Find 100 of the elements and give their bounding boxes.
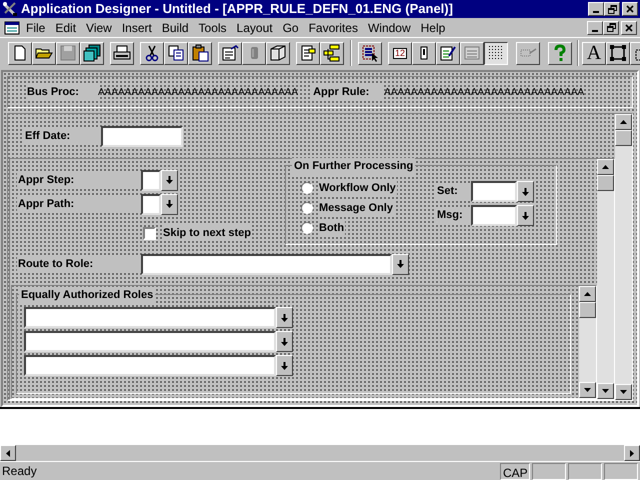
dropdown-button[interactable]	[276, 331, 293, 352]
dropdown-button[interactable]	[517, 181, 534, 202]
field-value: AAAAAAAAAAAAAAAAAAAAAAAAAAAAAA	[384, 86, 584, 100]
grid-panel-button[interactable]	[460, 42, 484, 64]
down-arrow-icon	[584, 388, 591, 392]
down-arrow-icon	[281, 338, 288, 346]
vertical-scrollbar[interactable]	[597, 159, 614, 399]
restore-icon	[606, 23, 616, 32]
text-button[interactable]: A	[582, 42, 606, 64]
menu-item[interactable]: Go	[278, 18, 304, 36]
help-button[interactable]	[548, 42, 572, 64]
close-button[interactable]	[621, 20, 637, 34]
printer-icon	[113, 44, 131, 62]
up-arrow-icon	[602, 165, 609, 169]
dropdown-button[interactable]	[517, 205, 534, 226]
tab-order-button[interactable]: 12	[388, 42, 412, 64]
menu-item[interactable]: Layout	[232, 18, 278, 36]
field-label: Msg:	[436, 207, 471, 224]
date-field[interactable]	[101, 126, 183, 146]
menu-item[interactable]: View	[81, 18, 117, 36]
dropdown-button[interactable]	[161, 194, 178, 214]
field-label: Appr Path:	[17, 196, 141, 212]
copy-icon	[167, 44, 185, 62]
properties-button[interactable]	[218, 42, 242, 64]
box-icon	[269, 44, 287, 62]
scroll-down-button[interactable]	[579, 382, 596, 398]
scroll-up-button[interactable]	[615, 114, 632, 130]
radio-button[interactable]	[301, 202, 313, 214]
checkbox[interactable]	[143, 226, 156, 240]
cut-button[interactable]	[140, 42, 164, 64]
menu-item[interactable]: File	[21, 18, 50, 36]
menu-item[interactable]: Edit	[50, 18, 82, 36]
menu-item[interactable]: Build	[156, 18, 194, 36]
restore-button[interactable]	[604, 2, 620, 16]
field-label: Workflow Only	[318, 180, 397, 196]
status-pane	[568, 462, 602, 480]
menu-item[interactable]: Insert	[116, 18, 157, 36]
scrollbar-thumb[interactable]	[579, 302, 596, 318]
dropdown-field[interactable]	[471, 181, 517, 202]
horizontal-scrollbar[interactable]	[0, 445, 640, 461]
scroll-down-button[interactable]	[615, 384, 632, 400]
menu-item[interactable]: Help	[416, 18, 450, 36]
select-button[interactable]	[358, 42, 382, 64]
group-title: On Further Processing	[292, 158, 416, 174]
field-label: Message Only	[318, 200, 394, 216]
scroll-up-button[interactable]	[597, 159, 614, 175]
open-button[interactable]	[32, 42, 56, 64]
dropdown-field[interactable]	[141, 170, 161, 190]
scroll-up-button[interactable]	[579, 286, 596, 302]
box-button[interactable]	[266, 42, 290, 64]
frame-icon	[609, 44, 627, 62]
note-button[interactable]	[296, 42, 320, 64]
copy-button[interactable]	[164, 42, 188, 64]
edit-button[interactable]	[436, 42, 460, 64]
paste-button[interactable]	[188, 42, 212, 64]
save-all-button[interactable]	[80, 42, 104, 64]
dropdown-field[interactable]	[24, 331, 276, 352]
vertical-scrollbar[interactable]	[615, 114, 632, 400]
dropdown-field[interactable]	[141, 194, 161, 214]
scroll-down-button[interactable]	[597, 383, 614, 399]
print-button[interactable]	[110, 42, 134, 64]
status-pane	[532, 462, 566, 480]
menu-item[interactable]: Tools	[194, 18, 232, 36]
new-button[interactable]	[8, 42, 32, 64]
vertical-scrollbar[interactable]	[579, 286, 596, 398]
snap-button[interactable]	[516, 42, 540, 64]
dropdown-button[interactable]	[276, 307, 293, 328]
scrollbar-thumb[interactable]	[597, 175, 614, 191]
left-arrow-icon	[6, 450, 10, 456]
field-label: Set:	[436, 183, 471, 200]
scroll-right-button[interactable]	[624, 445, 640, 461]
frame-button[interactable]	[606, 42, 630, 64]
restore-button[interactable]	[603, 20, 619, 34]
minimize-button[interactable]	[588, 2, 604, 16]
save-button[interactable]	[56, 42, 80, 64]
tree-button[interactable]	[320, 42, 344, 64]
radio-button[interactable]	[301, 182, 313, 194]
dropdown-button[interactable]	[392, 254, 409, 274]
menu-item[interactable]: Favorites	[304, 18, 363, 36]
dropdown-field[interactable]	[471, 205, 517, 226]
stacked-windows-icon	[83, 44, 101, 62]
scroll-left-button[interactable]	[0, 445, 16, 461]
dropdown-field[interactable]	[24, 307, 276, 328]
component-button[interactable]	[242, 42, 266, 64]
minimize-button[interactable]	[587, 20, 603, 34]
tools-icon	[2, 1, 18, 17]
document-icon	[3, 20, 21, 36]
grid-button[interactable]	[484, 42, 508, 64]
menu-item[interactable]: Window	[362, 18, 416, 36]
dropdown-field[interactable]	[24, 355, 276, 376]
minimize-icon	[592, 30, 598, 32]
scrollbar-thumb[interactable]	[615, 130, 632, 146]
radio-button[interactable]	[301, 222, 313, 234]
close-button[interactable]	[622, 2, 638, 16]
dropdown-field[interactable]	[141, 254, 392, 274]
dropdown-button[interactable]	[161, 170, 178, 190]
up-arrow-icon	[584, 292, 591, 296]
dropdown-button[interactable]	[276, 355, 293, 376]
label-button[interactable]	[412, 42, 436, 64]
status-pane: CAP	[500, 462, 530, 480]
